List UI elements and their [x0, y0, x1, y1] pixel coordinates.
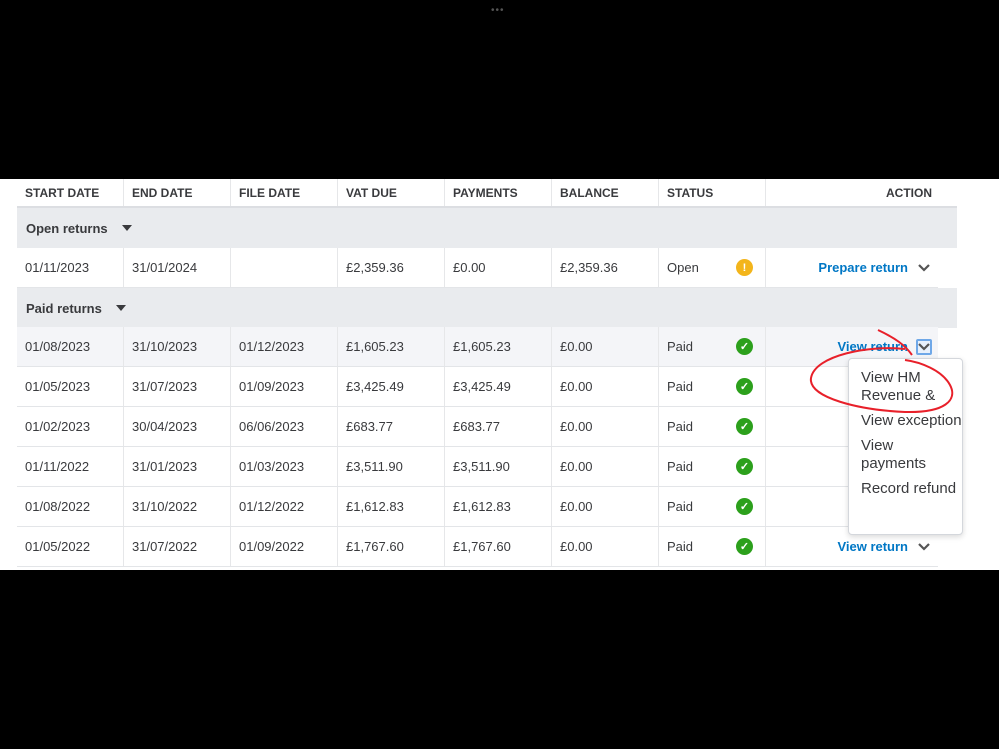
cell-start: 01/08/2022 — [17, 487, 124, 526]
cell-end: 31/07/2022 — [124, 527, 231, 566]
check-circle-icon: ✓ — [736, 418, 753, 435]
cell-balance: £2,359.36 — [552, 248, 659, 287]
check-circle-icon: ✓ — [736, 458, 753, 475]
cell-vat: £1,612.83 — [338, 487, 445, 526]
chevron-down-icon[interactable] — [916, 539, 932, 555]
menu-item[interactable]: View payments — [861, 437, 962, 473]
column-header: VAT DUE — [338, 179, 445, 206]
cell-balance: £0.00 — [552, 407, 659, 446]
cell-file — [231, 248, 338, 287]
cell-end: 31/10/2022 — [124, 487, 231, 526]
cell-start: 01/11/2023 — [17, 248, 124, 287]
cell-end: 31/07/2023 — [124, 367, 231, 406]
cell-payments: £1,612.83 — [445, 487, 552, 526]
cell-start: 01/02/2023 — [17, 407, 124, 446]
cell-payments: £3,425.49 — [445, 367, 552, 406]
action-link[interactable]: Prepare return — [818, 260, 908, 275]
check-circle-icon: ✓ — [736, 538, 753, 555]
cell-start: 01/11/2022 — [17, 447, 124, 486]
cell-file: 01/12/2023 — [231, 327, 338, 366]
table-header: START DATE END DATE FILE DATE VAT DUE PAYMEN… — [17, 179, 957, 208]
cell-vat: £3,425.49 — [338, 367, 445, 406]
chevron-down-icon[interactable] — [916, 338, 932, 355]
cell-balance: £0.00 — [552, 367, 659, 406]
column-header: FILE DATE — [231, 179, 338, 206]
cell-status: Paid ✓ — [659, 407, 766, 446]
cell-balance: £0.00 — [552, 487, 659, 526]
cell-vat: £1,605.23 — [338, 327, 445, 366]
cell-file: 01/09/2023 — [231, 367, 338, 406]
cell-payments: £1,605.23 — [445, 327, 552, 366]
cell-file: 01/09/2022 — [231, 527, 338, 566]
check-circle-icon: ✓ — [736, 498, 753, 515]
cell-balance: £0.00 — [552, 327, 659, 366]
action-link[interactable]: View return — [837, 539, 908, 554]
table-row: 01/08/2022 31/10/2022 01/12/2022 £1,612.83 £… — [17, 487, 938, 527]
cell-payments: £0.00 — [445, 248, 552, 287]
cell-status: Paid ✓ — [659, 487, 766, 526]
action-link[interactable]: View return — [837, 339, 908, 354]
check-circle-icon: ✓ — [736, 378, 753, 395]
cell-status: Open! — [659, 248, 766, 287]
caret-down-icon[interactable] — [115, 305, 126, 311]
table-row: 01/05/2023 31/07/2023 01/09/2023 £3,425.49 £… — [17, 367, 938, 407]
action-dropdown-menu: View HM Revenue & View exception View paym… — [848, 358, 963, 535]
menu-item[interactable]: Record refund — [861, 480, 962, 498]
group-open-returns[interactable]: Open returns — [17, 208, 957, 248]
caret-down-icon[interactable] — [121, 225, 132, 231]
table-row: 01/11/2022 31/01/2023 01/03/2023 £3,511.90 £… — [17, 447, 938, 487]
cell-vat: £683.77 — [338, 407, 445, 446]
menu-item[interactable]: View HM Revenue & — [861, 369, 962, 405]
cell-status: Paid ✓ — [659, 447, 766, 486]
cell-start: 01/08/2023 — [17, 327, 124, 366]
column-header: STATUS — [659, 179, 766, 206]
cell-file: 01/12/2022 — [231, 487, 338, 526]
cell-file: 06/06/2023 — [231, 407, 338, 446]
cell-end: 30/04/2023 — [124, 407, 231, 446]
cell-vat: £2,359.36 — [338, 248, 445, 287]
cell-balance: £0.00 — [552, 447, 659, 486]
chevron-down-icon[interactable] — [916, 260, 932, 276]
group-label: Paid returns — [26, 300, 102, 316]
table-row: 01/02/2023 30/04/2023 06/06/2023 £683.77 £68… — [17, 407, 938, 447]
cell-end: 31/10/2023 — [124, 327, 231, 366]
check-circle-icon: ✓ — [736, 338, 753, 355]
cell-end: 31/01/2023 — [124, 447, 231, 486]
cell-payments: £3,511.90 — [445, 447, 552, 486]
menu-item[interactable]: View exception — [861, 412, 962, 430]
cell-end: 31/01/2024 — [124, 248, 231, 287]
cell-start: 01/05/2023 — [17, 367, 124, 406]
cell-start: 01/05/2022 — [17, 527, 124, 566]
cell-vat: £3,511.90 — [338, 447, 445, 486]
table-row: 01/11/2023 31/01/2024 £2,359.36 £0.00 £2,359… — [17, 248, 938, 288]
column-header: START DATE — [17, 179, 124, 206]
cell-vat: £1,767.60 — [338, 527, 445, 566]
cell-status: Paid ✓ — [659, 527, 766, 566]
group-paid-returns[interactable]: Paid returns — [17, 288, 957, 328]
group-label: Open returns — [26, 220, 108, 236]
cell-status: Paid ✓ — [659, 327, 766, 366]
window-handle-dots[interactable]: ••• — [491, 5, 505, 16]
cell-file: 01/03/2023 — [231, 447, 338, 486]
column-header: ACTION — [886, 185, 932, 200]
table-row: 01/05/2022 31/07/2022 01/09/2022 £1,767.60 £… — [17, 527, 938, 567]
column-header: PAYMENTS — [445, 179, 552, 206]
column-header: BALANCE — [552, 179, 659, 206]
cell-balance: £0.00 — [552, 527, 659, 566]
warning-icon: ! — [736, 259, 753, 276]
cell-action: Prepare return — [766, 248, 938, 287]
cell-payments: £683.77 — [445, 407, 552, 446]
table-row: 01/08/2023 31/10/2023 01/12/2023 £1,605.23 £… — [17, 327, 938, 367]
column-header: END DATE — [124, 179, 231, 206]
cell-status: Paid ✓ — [659, 367, 766, 406]
cell-payments: £1,767.60 — [445, 527, 552, 566]
